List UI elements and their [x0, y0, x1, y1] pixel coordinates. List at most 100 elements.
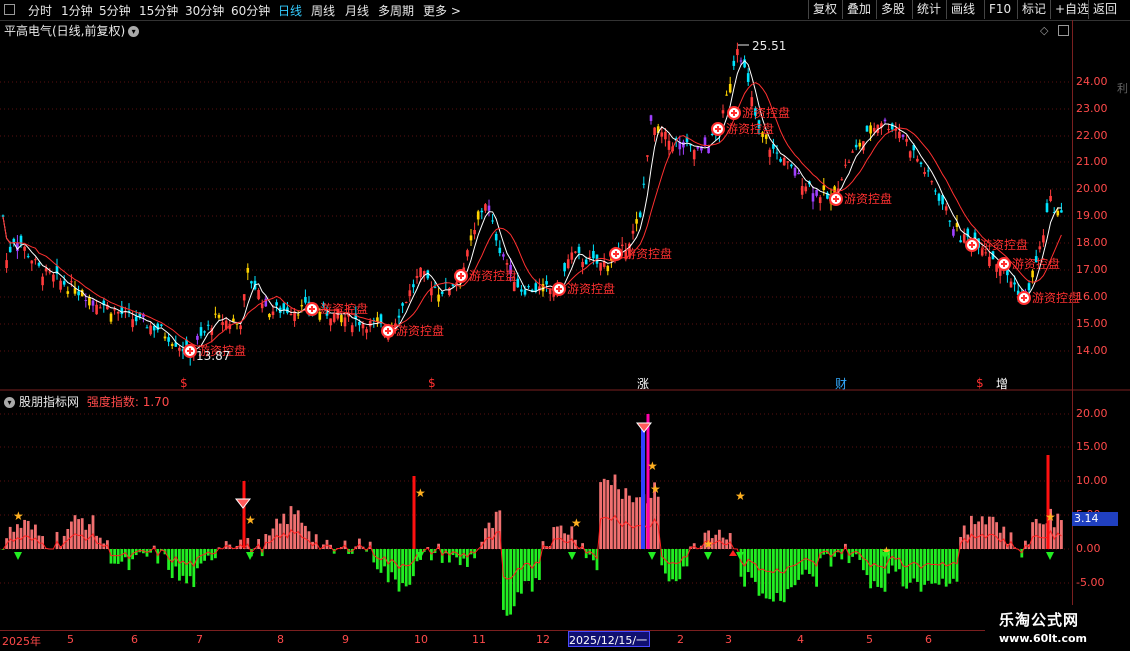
- candle-body: [945, 206, 948, 210]
- indicator-bar: [761, 549, 764, 594]
- indicator-bar: [34, 525, 37, 549]
- indicator-bar: [830, 549, 833, 567]
- candle-body: [5, 260, 8, 268]
- candle-body: [812, 193, 815, 201]
- candle-body: [1039, 246, 1042, 249]
- selected-date[interactable]: 2025/12/15/一: [568, 631, 650, 647]
- candle-body: [70, 281, 73, 282]
- indicator-bar: [912, 549, 915, 578]
- indicator-value: 1.70: [143, 395, 170, 409]
- indicator-bar: [952, 549, 955, 579]
- y-tick-label: 21.00: [1076, 155, 1108, 168]
- candle-body: [585, 260, 588, 265]
- candle-body: [549, 289, 552, 294]
- candle-body: [412, 284, 415, 287]
- indicator-bar: [624, 488, 627, 549]
- candle-body: [401, 303, 404, 305]
- indicator-bar: [113, 549, 116, 564]
- indicator-bar: [977, 521, 980, 549]
- candle-body: [351, 325, 354, 332]
- indicator-header: ▾股朋指标网 强度指数: 1.70: [4, 393, 169, 410]
- indicator-bar: [614, 475, 617, 549]
- candle-body: [437, 295, 440, 302]
- candle-body: [819, 197, 822, 203]
- candle-body: [398, 316, 401, 318]
- candle-body: [729, 84, 732, 92]
- indicator-bar: [74, 515, 77, 549]
- candle-body: [200, 327, 203, 336]
- candle-body: [869, 125, 872, 133]
- candle-body: [639, 212, 642, 217]
- arrow-down-icon: [736, 552, 744, 560]
- candle-body: [747, 73, 750, 82]
- signal-label: 游资控盘: [396, 323, 444, 338]
- event-mark[interactable]: 财: [835, 375, 847, 392]
- y-tick-label: 20.00: [1076, 182, 1108, 195]
- candle-body: [844, 165, 847, 166]
- signal-label: 游资控盘: [320, 301, 368, 316]
- candle-body: [196, 336, 199, 340]
- candle-body: [952, 229, 955, 236]
- candle-body: [927, 170, 930, 171]
- indicator-bar: [923, 549, 926, 585]
- runner-icon: ★: [571, 516, 582, 530]
- candle-body: [293, 312, 296, 321]
- candle-body: [149, 326, 152, 335]
- candle-body: [1013, 283, 1016, 285]
- runner-icon: ★: [735, 489, 746, 503]
- candle-body: [491, 220, 494, 221]
- candle-body: [272, 312, 275, 316]
- time-label: 2: [677, 633, 684, 646]
- y-tick-label: 19.00: [1076, 209, 1108, 222]
- indicator-bar: [797, 549, 800, 580]
- diamond-icon[interactable]: ◇: [1040, 24, 1048, 37]
- runner-icon: ★: [415, 486, 426, 500]
- candle-body: [1042, 235, 1045, 242]
- event-mark[interactable]: $: [180, 376, 188, 390]
- time-label: 8: [277, 633, 284, 646]
- candle-body: [697, 147, 700, 149]
- signal-label: 游资控盘: [742, 105, 790, 120]
- candle-body: [578, 247, 581, 253]
- side-panel-edge: 利: [1117, 20, 1130, 630]
- indicator-bar: [315, 534, 318, 549]
- indicator-bar: [934, 549, 937, 583]
- maximize-icon[interactable]: [1058, 25, 1069, 36]
- event-mark[interactable]: 涨: [637, 375, 649, 392]
- y-tick-label: -5.00: [1076, 576, 1104, 589]
- candle-body: [740, 61, 743, 62]
- candle-body: [848, 162, 851, 163]
- indicator-bar: [560, 526, 563, 549]
- candle-body: [650, 115, 653, 121]
- candle-body: [218, 315, 221, 318]
- candle-body: [131, 319, 134, 327]
- chevron-down-icon[interactable]: ▾: [128, 26, 139, 37]
- event-mark[interactable]: $: [428, 376, 436, 390]
- indicator-bar: [531, 549, 534, 592]
- chevron-down-icon[interactable]: ▾: [4, 397, 15, 408]
- indicator-bar: [632, 502, 635, 549]
- indicator-bar: [408, 549, 411, 585]
- candle-body: [85, 300, 88, 301]
- candle-body: [340, 315, 343, 322]
- candle-body: [902, 135, 905, 137]
- time-label: 5: [866, 633, 873, 646]
- event-mark[interactable]: 增: [996, 375, 1008, 392]
- candle-body: [736, 49, 739, 55]
- y-tick-label: 16.00: [1076, 290, 1108, 303]
- candle-body: [711, 134, 714, 135]
- kline-chart-canvas[interactable]: 游资控盘游资控盘游资控盘游资控盘游资控盘游资控盘游资控盘游资控盘游资控盘游资控盘…: [0, 0, 1130, 650]
- candle-body: [635, 219, 638, 224]
- indicator-name: 股朋指标网: [19, 395, 79, 409]
- event-mark[interactable]: $: [976, 376, 984, 390]
- indicator-bar: [1060, 520, 1063, 549]
- candle-body: [805, 187, 808, 192]
- arrow-down-icon: [1046, 552, 1054, 560]
- y-tick-label: 18.00: [1076, 236, 1108, 249]
- candle-body: [409, 290, 412, 296]
- candle-body: [9, 247, 12, 252]
- indicator-bar: [894, 549, 897, 572]
- candle-body: [920, 163, 923, 165]
- candle-body: [135, 316, 138, 321]
- candle-body: [725, 95, 728, 96]
